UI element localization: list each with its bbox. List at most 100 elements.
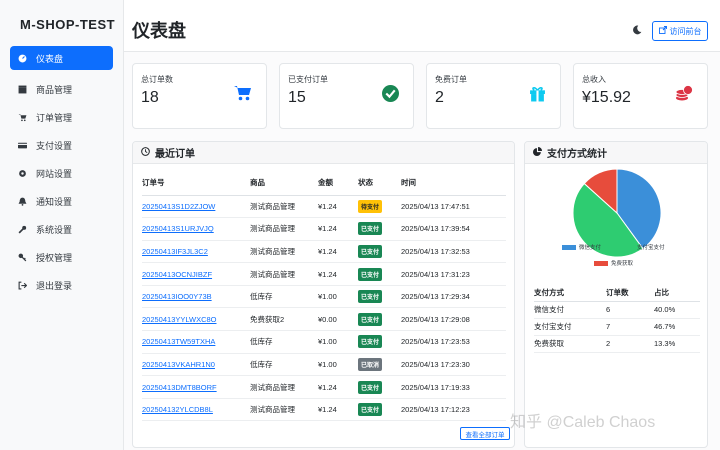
visit-frontend-button[interactable]: 访问前台 xyxy=(652,21,708,41)
payment-method: 支付宝支付 xyxy=(534,318,606,336)
status-badge: 已支付 xyxy=(358,244,383,258)
credit-card-icon xyxy=(18,141,32,150)
sidebar-item-site[interactable]: 网站设置 xyxy=(10,159,113,187)
time-cell: 2025/04/13 17:23:53 xyxy=(401,330,506,354)
table-row: 20250413OCNJIBZF 测试商品管理 ¥1.24 已支付 2025/04/13… xyxy=(142,262,506,286)
status-cell: 已支付 xyxy=(358,307,401,332)
status-badge: 已支付 xyxy=(358,267,383,281)
status-cell: 已支付 xyxy=(358,398,401,422)
recent-orders-card: 最近订单 订单号 商品 金额 状态 时间 20250413S1D2ZJOW 测试商… xyxy=(132,141,515,448)
stat-value: 2 xyxy=(435,89,444,106)
legend-swatch xyxy=(594,260,608,266)
product-cell: 低库存 xyxy=(250,285,318,309)
sidebar-item-system[interactable]: 系统设置 xyxy=(10,215,113,243)
time-cell: 2025/04/13 17:19:33 xyxy=(401,375,506,399)
orders-table: 订单号 商品 金额 状态 时间 20250413S1D2ZJOW 测试商品管理 ¥1… xyxy=(142,171,506,422)
sidebar-item-orders[interactable]: 订单管理 xyxy=(10,103,113,131)
table-row: 20250413IOO0Y73B 低库存 ¥1.00 已支付 2025/04/13 17… xyxy=(142,285,506,309)
status-badge: 已支付 xyxy=(358,380,383,394)
order-id-cell: 20250413S1URJVJQ xyxy=(142,217,250,241)
status-badge: 已支付 xyxy=(358,312,383,326)
status-cell: 已支付 xyxy=(358,240,401,264)
external-link-icon xyxy=(658,26,667,36)
status-badge: 已取消 xyxy=(358,357,383,371)
box-icon xyxy=(18,85,32,94)
sidebar-nav: 仪表盘 商品管理 订单管理 支付设置 网站设置 通知设置 系统设置 授权管理 退… xyxy=(0,46,123,299)
table-row: 微信支付 6 40.0% xyxy=(534,301,700,319)
product-cell: 免费获取2 xyxy=(250,307,318,332)
dashboard-icon xyxy=(18,54,32,63)
amount-cell: ¥1.24 xyxy=(318,217,358,241)
main-content: 仪表盘 访问前台 总订单数 18 已支付订单 15 免费订单 2 总收入 ¥15… xyxy=(124,0,720,450)
logout-icon xyxy=(18,281,32,290)
payment-pct: 46.7% xyxy=(654,318,700,336)
sidebar-item-logout[interactable]: 退出登录 xyxy=(10,271,113,299)
legend-label: 微信支付 xyxy=(579,245,602,251)
status-badge: 已支付 xyxy=(358,222,383,236)
page-title: 仪表盘 xyxy=(132,21,186,41)
status-badge: 待支付 xyxy=(358,199,383,213)
order-id-cell: 20250413OCNJIBZF xyxy=(142,262,250,286)
coins-icon xyxy=(673,82,695,104)
status-cell: 待支付 xyxy=(358,195,401,219)
stat-value: 15 xyxy=(288,89,306,106)
order-id-link[interactable]: 20250413IF3JL3C2 xyxy=(142,247,208,256)
column-header: 金额 xyxy=(318,171,358,196)
gift-icon xyxy=(526,82,548,104)
order-id-link[interactable]: 20250413IOO0Y73B xyxy=(142,292,212,301)
order-id-link[interactable]: 20250413YYLWXC8O xyxy=(142,315,217,324)
table-row: 免费获取 2 13.3% xyxy=(534,335,700,353)
table-row: 20250413IF3JL3C2 测试商品管理 ¥1.24 已支付 2025/04/13… xyxy=(142,240,506,264)
order-id-link[interactable]: 20250413S1URJVJQ xyxy=(142,224,214,233)
product-cell: 测试商品管理 xyxy=(250,375,318,399)
sidebar-item-label: 订单管理 xyxy=(36,112,73,123)
order-id-link[interactable]: 20250413S1D2ZJOW xyxy=(142,202,215,211)
brand-logo: M-SHOP-TEST xyxy=(20,17,116,32)
legend-item: 支付宝支付 xyxy=(620,243,665,251)
column-header: 订单号 xyxy=(142,171,250,196)
watermark: 知乎 @Caleb Chaos xyxy=(510,414,656,431)
time-cell: 2025/04/13 17:47:51 xyxy=(401,195,506,219)
payment-pct: 40.0% xyxy=(654,301,700,319)
product-cell: 测试商品管理 xyxy=(250,195,318,219)
status-badge: 已支付 xyxy=(358,403,383,417)
stat-label: 免费订单 xyxy=(435,75,467,84)
order-id-link[interactable]: 20250413TW59TXHA xyxy=(142,337,215,346)
table-header-row: 订单号 商品 金额 状态 时间 xyxy=(142,171,506,196)
table-row: 20250413TW59TXHA 低库存 ¥1.00 已支付 2025/04/13 17… xyxy=(142,330,506,354)
sidebar-item-products[interactable]: 商品管理 xyxy=(10,75,113,103)
table-row: 支付宝支付 7 46.7% xyxy=(534,318,700,336)
moon-icon[interactable] xyxy=(632,25,642,38)
time-cell: 2025/04/13 17:29:08 xyxy=(401,307,506,332)
sidebar-item-license[interactable]: 授权管理 xyxy=(10,243,113,271)
recent-orders-title: 最近订单 xyxy=(155,149,195,160)
key-icon xyxy=(18,253,32,262)
order-id-link[interactable]: 20250413OCNJIBZF xyxy=(142,270,212,279)
order-id-cell: 2025041​32YLCDB8L xyxy=(142,398,250,422)
sidebar-item-dashboard[interactable]: 仪表盘 xyxy=(10,46,113,70)
stat-value: 18 xyxy=(141,89,159,106)
table-header-row: 支付方式 订单数 占比 xyxy=(534,284,700,302)
status-cell: 已支付 xyxy=(358,217,401,241)
stat-card-free-orders: 免费订单 2 xyxy=(426,63,561,129)
time-cell: 2025/04/13 17:32:53 xyxy=(401,240,506,264)
view-all-orders-button[interactable]: 查看全部订单 xyxy=(460,427,510,440)
sidebar-item-label: 授权管理 xyxy=(36,252,73,263)
column-header: 支付方式 xyxy=(534,284,606,302)
order-id-link[interactable]: 20250413DMT8BORF xyxy=(142,383,217,392)
stat-label: 已支付订单 xyxy=(288,75,328,84)
sidebar-item-payment[interactable]: 支付设置 xyxy=(10,131,113,159)
sidebar-item-label: 网站设置 xyxy=(36,168,73,179)
product-cell: 测试商品管理 xyxy=(250,217,318,241)
order-id-link[interactable]: 20250413VKAHR1N0 xyxy=(142,360,215,369)
time-cell: 2025/04/13 17:39:54 xyxy=(401,217,506,241)
legend-label: 免费获取 xyxy=(611,261,634,267)
order-id-cell: 20250413TW59TXHA xyxy=(142,330,250,354)
stat-card-total-orders: 总订单数 18 xyxy=(132,63,267,129)
amount-cell: ¥1.24 xyxy=(318,195,358,219)
sidebar-item-notify[interactable]: 通知设置 xyxy=(10,187,113,215)
table-row: 20250413S1URJVJQ 测试商品管理 ¥1.24 已支付 2025/04/13… xyxy=(142,217,506,241)
status-cell: 已支付 xyxy=(358,262,401,286)
order-id-link[interactable]: 2025041​32YLCDB8L xyxy=(142,405,213,414)
table-row: 2025041​32YLCDB8L 测试商品管理 ¥1.24 已支付 2025/04/1… xyxy=(142,398,506,422)
